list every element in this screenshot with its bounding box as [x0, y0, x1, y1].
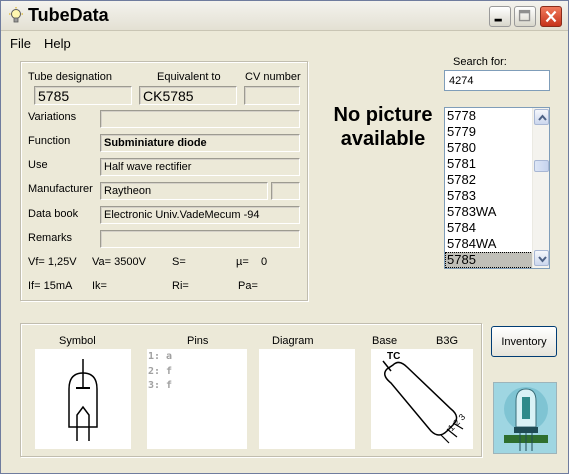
use-label: Use: [28, 159, 48, 171]
list-item[interactable]: 5785: [445, 252, 533, 268]
param-pa: Pa=: [238, 280, 258, 292]
minimize-button[interactable]: [489, 6, 511, 27]
variations-label: Variations: [28, 111, 77, 123]
list-scrollbar[interactable]: [532, 108, 549, 268]
diode-tube-symbol: [68, 359, 98, 441]
search-input[interactable]: [444, 70, 550, 91]
param-mu: µ=: [236, 256, 249, 268]
databook-label: Data book: [28, 208, 79, 220]
tube-designation-field[interactable]: 5785: [34, 86, 132, 105]
menu-help[interactable]: Help: [44, 36, 71, 51]
manufacturer-field[interactable]: Raytheon: [100, 182, 268, 200]
pin-2: 2: f: [148, 366, 173, 377]
tube-listbox[interactable]: 5778 5779 5780 5781 5782 5783 5783WA 5784 5784WA…: [444, 107, 550, 269]
list-item[interactable]: 5784: [445, 220, 533, 236]
param-ri: Ri=: [172, 280, 189, 292]
param-vf: Vf= 1,25V: [28, 256, 77, 268]
remarks-label: Remarks: [28, 232, 73, 244]
function-label: Function: [28, 135, 71, 147]
symbol-panel: [35, 349, 131, 449]
base-label: Base: [372, 335, 398, 347]
symbol-label: Symbol: [59, 335, 96, 347]
list-item[interactable]: 5784WA: [445, 236, 533, 252]
manufacturer-code-field[interactable]: [271, 182, 300, 200]
menu-bar: File Help: [1, 32, 568, 54]
tube-thumbnail-image[interactable]: [493, 382, 557, 454]
inventory-button[interactable]: Inventory: [491, 326, 557, 357]
param-if: If= 15mA: [28, 280, 73, 292]
pins-label: Pins: [187, 335, 209, 347]
cv-number-label: CV number: [245, 71, 301, 83]
list-item[interactable]: 5783: [445, 188, 533, 204]
remarks-field[interactable]: [100, 230, 300, 248]
pin-1: 1: a: [148, 351, 173, 362]
equivalent-label: Equivalent to: [157, 71, 221, 83]
base-drawing: [382, 360, 464, 444]
param-mu-value: 0: [261, 256, 268, 268]
search-label: Search for:: [453, 56, 507, 68]
close-icon: [545, 10, 557, 23]
base-letters: TC: [387, 351, 401, 362]
diagram-panel: [259, 349, 355, 449]
tube-list: 5778 5779 5780 5781 5782 5783 5783WA 5784 5784WA…: [445, 108, 533, 268]
scroll-thumb[interactable]: [534, 160, 549, 172]
window-title: TubeData: [28, 5, 109, 25]
param-ik: Ik=: [92, 280, 107, 292]
no-picture-message: No picture available: [333, 104, 433, 150]
tube-designation-label: Tube designation: [28, 71, 112, 83]
function-field[interactable]: Subminiature diode: [100, 134, 300, 152]
list-item[interactable]: 5783WA: [445, 204, 533, 220]
scroll-up-button[interactable]: [534, 109, 549, 125]
list-item[interactable]: 5779: [445, 124, 533, 140]
main-window: TubeData File Help Tube designation Equi…: [0, 0, 569, 474]
scroll-up-icon: [538, 114, 547, 121]
close-button[interactable]: [540, 6, 562, 27]
param-s: S=: [172, 256, 186, 268]
pins-panel: [147, 349, 247, 449]
maximize-icon: [518, 9, 531, 22]
minimize-icon: [494, 18, 502, 22]
base-type-label: B3G: [436, 335, 459, 347]
variations-field[interactable]: [100, 110, 300, 128]
diagram-label: Diagram: [272, 335, 314, 347]
title-bar[interactable]: TubeData: [1, 1, 568, 31]
base-panel: [371, 349, 473, 449]
use-field[interactable]: Half wave rectifier: [100, 158, 300, 176]
list-item[interactable]: 5782: [445, 172, 533, 188]
maximize-button[interactable]: [514, 6, 536, 27]
databook-field[interactable]: Electronic Univ.VadeMecum -94: [100, 206, 300, 224]
param-va: Va= 3500V: [92, 256, 146, 268]
equivalent-field[interactable]: CK5785: [139, 86, 237, 105]
manufacturer-label: Manufacturer: [28, 183, 93, 195]
pin-3: 3: f: [148, 380, 173, 391]
cv-number-field[interactable]: [244, 86, 300, 105]
scroll-down-button[interactable]: [534, 250, 549, 266]
scroll-down-icon: [538, 256, 547, 263]
lightbulb-icon: [9, 7, 23, 23]
list-item[interactable]: 5780: [445, 140, 533, 156]
menu-file[interactable]: File: [10, 36, 31, 51]
tube-thumbnail-icon: [494, 383, 556, 453]
list-item[interactable]: 5778: [445, 108, 533, 124]
list-item[interactable]: 5781: [445, 156, 533, 172]
